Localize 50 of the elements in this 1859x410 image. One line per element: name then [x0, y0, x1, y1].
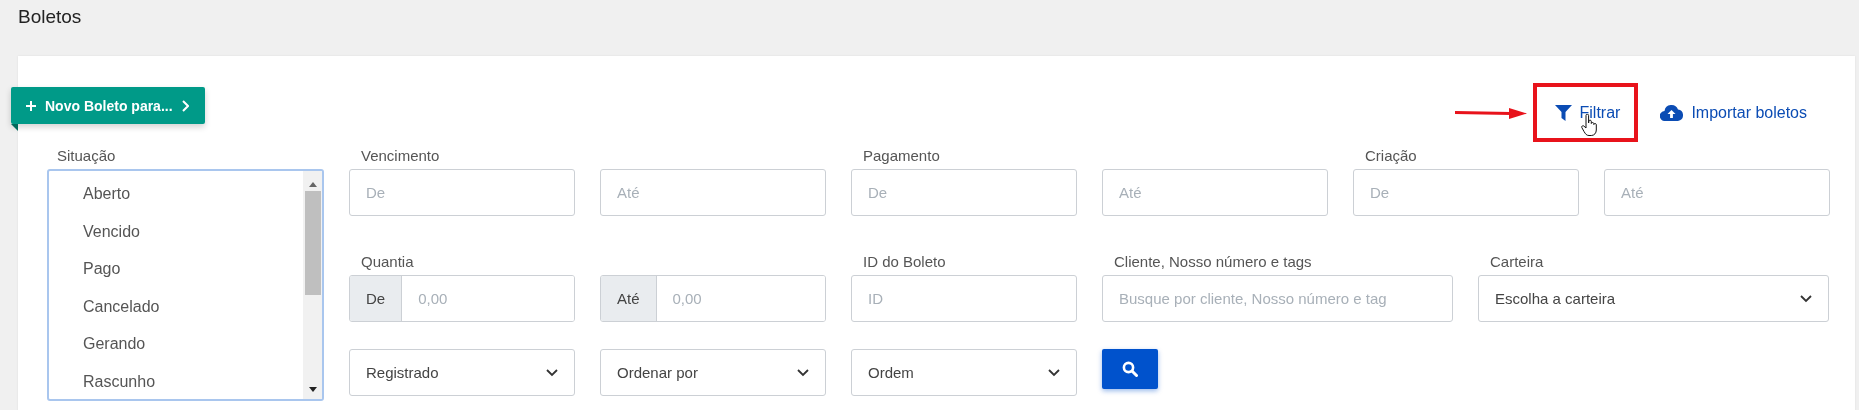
date-from-field[interactable]: De [1353, 169, 1579, 216]
new-boleto-button[interactable]: Novo Boleto para... [11, 87, 205, 124]
search-button[interactable] [1102, 349, 1158, 389]
date-to-field[interactable]: Até [1604, 169, 1830, 216]
wallet-select[interactable]: Escolha a carteira [1478, 275, 1829, 322]
client-search-field[interactable]: Busque por cliente, Nosso número e tag [1102, 275, 1453, 322]
listbox-option[interactable]: Vencido [49, 222, 303, 260]
boleto-id-field[interactable]: ID [851, 275, 1077, 322]
field-label: Carteira [1489, 253, 1545, 272]
input-addon: De [350, 276, 403, 321]
import-link[interactable]: Importar boletos [1660, 103, 1807, 122]
scrollbar-thumb[interactable] [304, 191, 321, 295]
listbox-option[interactable]: Pago [49, 260, 303, 298]
chevron-right-icon [180, 99, 189, 112]
page-title: Boletos [17, 5, 82, 28]
search-icon [1122, 361, 1138, 377]
field-label: Quantia [360, 253, 415, 272]
scroll-up-icon [307, 181, 318, 187]
chevron-down-icon [1800, 294, 1812, 303]
dropdown-select[interactable]: Registrado [349, 349, 575, 396]
listbox-option[interactable]: Aberto [49, 185, 303, 223]
field-label: Situação [56, 147, 117, 166]
field-label: Pagamento [862, 147, 941, 166]
dropdown-select[interactable]: Ordem [851, 349, 1077, 396]
date-to-field[interactable]: Até [1102, 169, 1328, 216]
scroll-down-icon [307, 387, 318, 393]
listbox-option[interactable]: Gerando [49, 335, 303, 373]
field-label: Cliente, Nosso número e tags [1113, 253, 1313, 272]
dropdown-select[interactable]: Ordenar por [600, 349, 826, 396]
chevron-down-icon [797, 368, 809, 377]
amount-to-field[interactable]: Até 0,00 [600, 275, 826, 322]
field-label: ID do Boleto [862, 253, 947, 272]
date-from-field[interactable]: De [851, 169, 1077, 216]
date-to-field[interactable]: Até [600, 169, 826, 216]
filter-icon [1554, 104, 1572, 121]
listbox-option[interactable]: Cancelado [49, 297, 303, 335]
status-listbox[interactable]: Aberto Vencido Pago Cancelado Gerando Rascunho [47, 169, 324, 401]
chevron-down-icon [1048, 368, 1060, 377]
chevron-down-icon [546, 368, 558, 377]
ribbon-fold-icon [11, 124, 18, 131]
scrollbar[interactable] [303, 171, 322, 399]
filter-link[interactable]: Filtrar [1554, 103, 1621, 122]
cloud-upload-icon [1660, 104, 1684, 121]
listbox-option[interactable]: Rascunho [49, 372, 303, 399]
date-from-field[interactable]: De [349, 169, 575, 216]
amount-from-field[interactable]: De 0,00 [349, 275, 575, 322]
field-label: Vencimento [360, 147, 441, 166]
field-label: Criação [1364, 147, 1418, 166]
plus-icon [25, 99, 37, 112]
input-addon: Até [601, 276, 657, 321]
